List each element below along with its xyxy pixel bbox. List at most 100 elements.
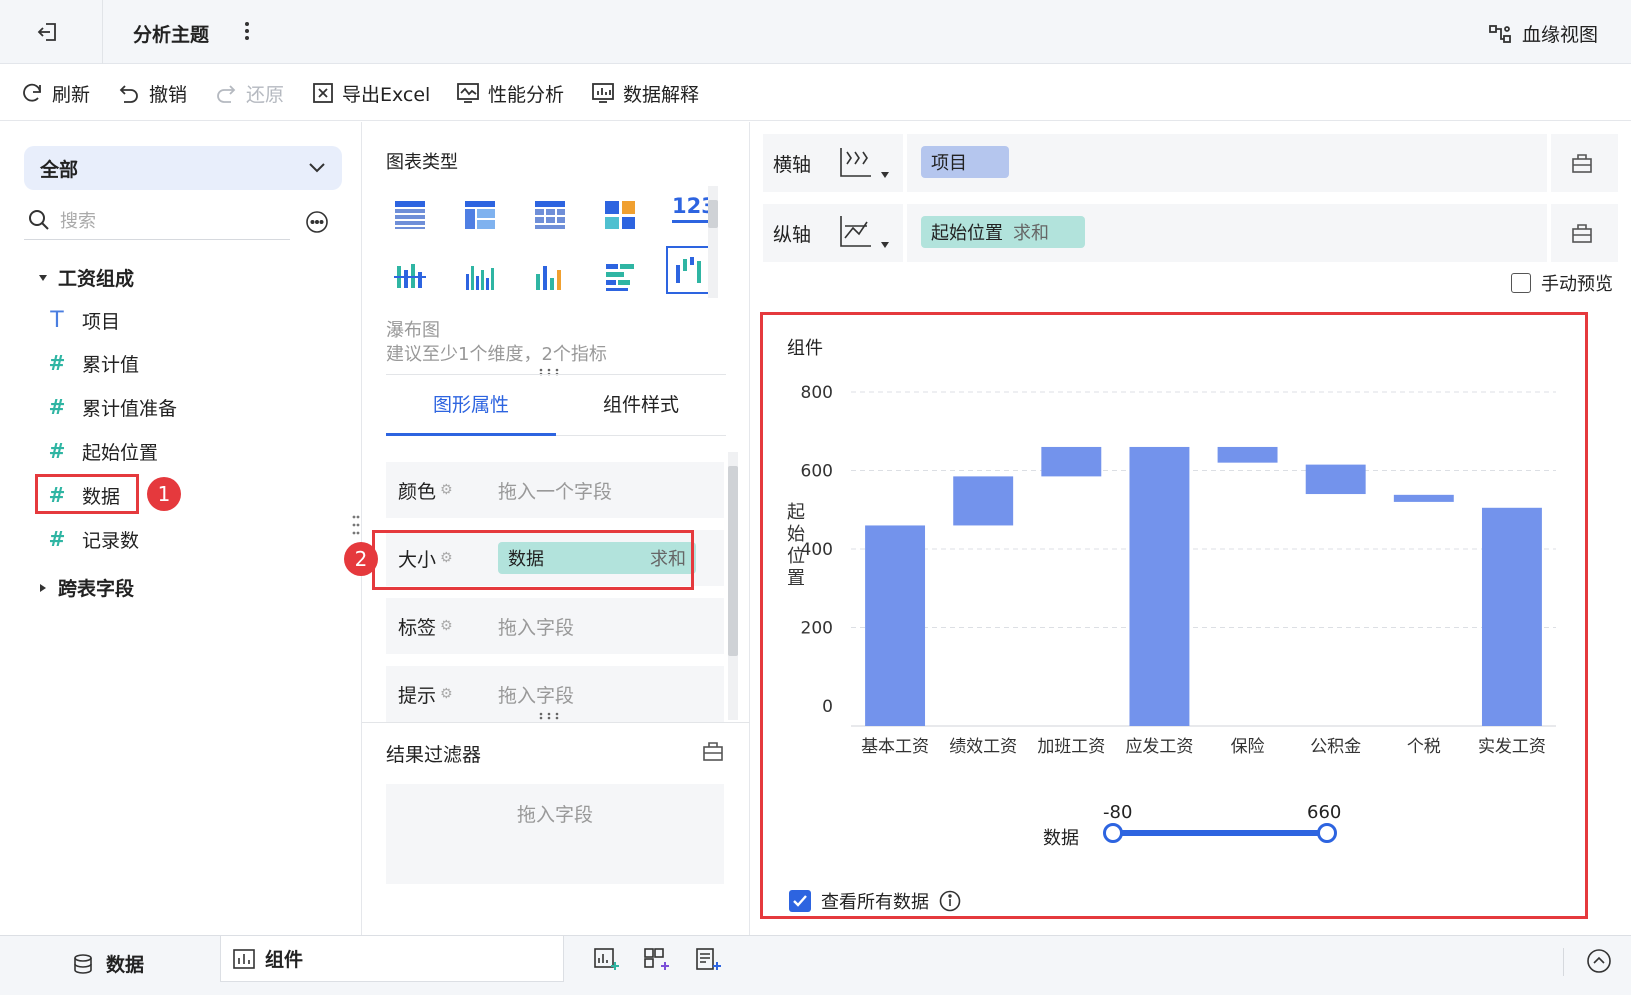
performance-label: 性能分析 (488, 83, 565, 106)
props-scrollbar[interactable] (728, 452, 738, 720)
field-item-start-position[interactable]: # 起始位置 (46, 436, 158, 466)
chart-config-panel: 图表类型 123 瀑布图 建议至少1个维度，2个指标 图形属性 组件样式 颜色 … (344, 122, 750, 935)
bottom-divider (1563, 948, 1564, 976)
result-filter-dropzone[interactable]: 拖入字段 (386, 784, 724, 884)
field-group-cross-table[interactable]: 跨表字段 (38, 574, 134, 601)
refresh-label: 刷新 (52, 83, 91, 106)
lineage-view-button[interactable]: 血缘视图 (1488, 20, 1598, 47)
refresh-button[interactable]: 刷新 (20, 79, 90, 107)
tab-graphic-properties[interactable]: 图形属性 (386, 390, 556, 436)
chart-type-dashboard-icon[interactable] (604, 200, 636, 230)
y-tick-label: 400 (801, 540, 833, 560)
x-axis-row: 横轴 项目 (763, 134, 1618, 192)
prop-color-dropzone[interactable]: 颜色 ⚙ 拖入一个字段 (386, 462, 724, 518)
view-all-data-label: 查看所有数据 (821, 892, 929, 913)
range-slider-track[interactable] (1113, 830, 1329, 836)
more-vertical-icon[interactable] (243, 20, 251, 42)
back-icon[interactable] (36, 20, 60, 44)
y-axis-dropdown-icon[interactable] (881, 242, 889, 248)
undo-button[interactable]: 撤销 (117, 79, 187, 107)
tab-label: 图形属性 (432, 394, 509, 416)
manual-preview-checkbox[interactable] (1511, 273, 1531, 293)
field-label: 记录数 (82, 529, 140, 552)
chart-type-column-icon[interactable] (464, 262, 496, 292)
result-filter-settings-icon[interactable] (702, 740, 724, 762)
chart-type-grouped-table-icon[interactable] (464, 200, 496, 230)
search-icon (28, 209, 50, 231)
tab-widget-style[interactable]: 组件样式 (556, 390, 726, 436)
scope-select[interactable]: 全部 (24, 146, 342, 190)
field-search[interactable]: 搜索 (24, 200, 290, 240)
tab-widget-active[interactable]: 组件 (220, 936, 564, 982)
highlight-box-data-field (35, 474, 139, 514)
text-field-icon: T (50, 307, 64, 333)
x-axis-dropdown-icon[interactable] (881, 172, 889, 178)
view-all-data-toggle[interactable]: 查看所有数据 (789, 888, 961, 914)
gear-icon[interactable]: ⚙ (440, 482, 453, 498)
lineage-label: 血缘视图 (1522, 24, 1599, 46)
field-label: 累计值准备 (82, 397, 178, 420)
record-count-icon: # (48, 527, 66, 551)
x-axis-field-pill[interactable]: 项目 (921, 146, 1009, 178)
gear-icon[interactable]: ⚙ (440, 686, 453, 702)
redo-button[interactable]: 还原 (214, 79, 284, 107)
manual-preview-toggle[interactable]: 手动预览 (1511, 270, 1613, 296)
range-slider-max-handle[interactable] (1317, 823, 1337, 843)
tab-data[interactable]: 数据 (72, 950, 144, 977)
data-explain-label: 数据解释 (623, 83, 700, 106)
y-axis-field-pill[interactable]: 起始位置 求和 (921, 216, 1085, 248)
chart-type-multi-column-icon[interactable] (534, 262, 566, 292)
add-dashboard-icon[interactable] (644, 948, 670, 972)
highlight-box-size (372, 530, 694, 590)
y-axis-settings-icon[interactable] (1571, 222, 1593, 244)
panel-resize-handle[interactable] (352, 514, 360, 536)
data-explain-button[interactable]: 数据解释 (591, 79, 699, 107)
chart-type-cross-table-icon[interactable] (534, 200, 566, 230)
more-options-icon[interactable] (305, 210, 329, 234)
database-icon (72, 953, 94, 975)
chart-type-waterfall-icon-selected[interactable] (666, 246, 714, 294)
scope-select-value: 全部 (40, 158, 79, 181)
page-title: 分析主题 (133, 24, 210, 46)
performance-button[interactable]: 性能分析 (456, 79, 564, 107)
field-group-salary[interactable]: 工资组成 (38, 264, 134, 291)
redo-label: 还原 (246, 83, 285, 106)
x-axis-settings-icon[interactable] (1571, 152, 1593, 174)
field-item-record-count[interactable]: # 记录数 (46, 524, 139, 554)
field-item-project[interactable]: T 项目 (46, 305, 120, 335)
range-slider-min-handle[interactable] (1103, 823, 1123, 843)
prop-label-dropzone[interactable]: 标签 ⚙ 拖入字段 (386, 598, 724, 654)
field-item-cumulative[interactable]: # 累计值 (46, 348, 139, 378)
bar-chart-icon (233, 948, 255, 969)
y-axis-icon[interactable] (835, 214, 873, 248)
step-badge-2: 2 (344, 542, 378, 576)
search-input[interactable]: 搜索 (60, 207, 96, 233)
info-icon[interactable] (939, 890, 961, 912)
chart-type-kpi-icon[interactable]: 123 (672, 194, 716, 223)
add-widget-icon[interactable] (594, 948, 620, 972)
result-filter-title: 结果过滤器 (386, 744, 482, 766)
collapse-up-icon[interactable] (1586, 948, 1612, 974)
chart-type-stacked-bar-icon[interactable] (394, 262, 426, 292)
chart-types-title: 图表类型 (386, 152, 458, 173)
number-field-icon: # (48, 439, 66, 463)
add-report-icon[interactable] (696, 948, 722, 972)
prop-label-label: 标签 ⚙ (398, 616, 453, 639)
prop-tooltip-placeholder: 拖入字段 (498, 684, 575, 707)
split-handle-bottom[interactable] (538, 712, 560, 720)
y-axis-title: 起始位置 (787, 502, 805, 589)
x-axis-field-name: 项目 (931, 153, 967, 174)
chart-type-table-icon[interactable] (394, 200, 426, 230)
chart-bar (1393, 494, 1454, 502)
caret-right-icon (38, 583, 48, 593)
chart-type-horizontal-bar-icon[interactable] (604, 262, 636, 292)
chart-bar (953, 476, 1014, 526)
view-all-data-checkbox[interactable] (789, 890, 811, 912)
chart-types-scrollbar[interactable] (708, 186, 718, 298)
top-header: 分析主题 血缘视图 (0, 0, 1631, 64)
x-axis-icon[interactable] (835, 146, 873, 178)
gear-icon[interactable]: ⚙ (440, 618, 453, 634)
field-item-cumulative-prep[interactable]: # 累计值准备 (46, 392, 177, 422)
export-excel-button[interactable]: 导出Excel (312, 79, 430, 107)
prop-tooltip-label: 提示 ⚙ (398, 684, 453, 707)
